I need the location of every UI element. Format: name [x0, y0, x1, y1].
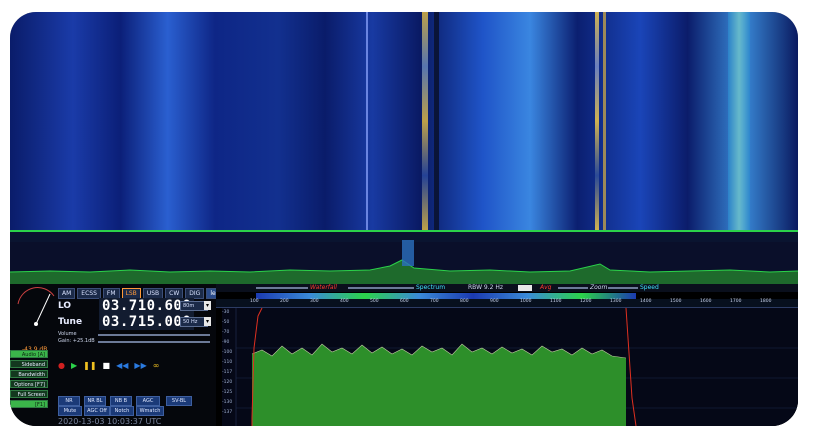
loop-icon[interactable]: ∞ [153, 362, 160, 370]
volume-slider[interactable] [98, 334, 210, 336]
scale-tick: 1000 [520, 299, 532, 304]
zoom-label: Zoom [590, 284, 608, 291]
pause-icon[interactable]: ❚❚ [83, 362, 96, 370]
zoom-slider[interactable] [608, 287, 638, 289]
waterfall-label: Waterfall [310, 284, 337, 291]
side-tab-sideband[interactable]: Sideband [S+] [10, 360, 48, 376]
waterfall-streak [595, 12, 599, 230]
wmatch-button[interactable]: Wmatch [136, 406, 164, 416]
s-meter [17, 287, 55, 326]
scale-tick: 1100 [550, 299, 562, 304]
scale-tick: 300 [310, 299, 319, 304]
agc-off-button[interactable]: AGC Off [84, 406, 110, 416]
scale-tick: 400 [340, 299, 349, 304]
scale-tick: 100 [250, 299, 259, 304]
scale-tick: 500 [370, 299, 379, 304]
rbw-label: RBW 9.2 Hz [468, 284, 504, 291]
gain-slider[interactable] [98, 341, 210, 343]
side-tab-bandwidth[interactable]: Bandwidth [W] [10, 370, 48, 386]
spectrum-slider[interactable] [348, 287, 414, 289]
bottom-panel: -43.9 dB AM ECSS FM LSB USB CW DIG less/… [10, 284, 798, 426]
gain-label: Gain: +25.1dB [58, 338, 95, 344]
nb-button[interactable]: NB B [110, 396, 132, 406]
mode-ecss-button[interactable]: ECSS [77, 288, 101, 299]
fast-forward-icon[interactable]: ▶▶ [134, 362, 146, 370]
audio-spectrum-plot[interactable]: -30 -50 -70 -90 -100 -110 -117 -120 -125… [222, 308, 798, 426]
waterfall-streak [434, 12, 439, 230]
side-tab-options[interactable]: Options [F7] [10, 380, 48, 388]
side-tab-fullscreen[interactable]: Full Screen [F11] [10, 390, 48, 406]
lo-label: LO [58, 301, 72, 311]
waterfall-streak [728, 12, 750, 230]
speed-label: Speed [640, 284, 659, 291]
audio-spectrum-panel: Waterfall Spectrum RBW 9.2 Hz Avg Zoom S… [216, 284, 798, 426]
stop-icon[interactable]: ■ [103, 362, 111, 370]
scale-tick: 1600 [700, 299, 712, 304]
scale-tick: 1700 [730, 299, 742, 304]
waterfall-streak [422, 12, 428, 230]
rewind-icon[interactable]: ◀◀ [116, 362, 128, 370]
scale-tick: 1300 [610, 299, 622, 304]
lo-band-dropdown-icon[interactable]: ▾ [204, 301, 211, 310]
spectrum-label: Spectrum [416, 284, 446, 291]
tuned-channel-marker[interactable] [402, 240, 414, 266]
scale-tick: 1800 [760, 299, 772, 304]
sv-bl-button[interactable]: SV-BL [166, 396, 192, 406]
waterfall-streak [366, 12, 368, 230]
scale-tick: 600 [400, 299, 409, 304]
rbw-dropdown[interactable] [518, 285, 532, 291]
play-icon[interactable]: ▶ [71, 362, 77, 370]
waterfall-streak [603, 12, 606, 230]
nr-bl-button[interactable]: NR BL [84, 396, 106, 406]
mode-am-button[interactable]: AM [58, 288, 76, 299]
utc-clock: 2020-13-03 10:03:37 UTC [58, 417, 162, 426]
avg-slider[interactable] [558, 287, 588, 289]
waterfall-slider[interactable] [256, 287, 308, 289]
scale-tick: 1200 [580, 299, 592, 304]
spectrum-header: Waterfall Spectrum RBW 9.2 Hz Avg Zoom S… [216, 284, 798, 292]
audio-spectrum-trace [235, 308, 798, 426]
record-icon[interactable]: ● [58, 362, 65, 370]
tune-step-dropdown-icon[interactable]: ▾ [204, 317, 211, 326]
transport-controls: ● ▶ ❚❚ ■ ◀◀ ▶▶ ∞ [58, 362, 159, 370]
scale-tick: 200 [280, 299, 289, 304]
scale-tick: 1400 [640, 299, 652, 304]
scale-tick: 900 [490, 299, 499, 304]
side-tab-audio[interactable]: Audio [A] [10, 350, 48, 358]
volume-label: Volume [58, 331, 77, 337]
notch-button[interactable]: Notch [110, 406, 134, 416]
scale-tick: 700 [430, 299, 439, 304]
sdr-window: -43.9 dB AM ECSS FM LSB USB CW DIG less/… [10, 12, 798, 426]
avg-label: Avg [540, 284, 552, 291]
side-tab-help[interactable]: [F1] [10, 400, 48, 408]
mute-button[interactable]: Mute [58, 406, 82, 416]
scale-tick: 800 [460, 299, 469, 304]
nr-button[interactable]: NR [58, 396, 80, 406]
control-panel: -43.9 dB AM ECSS FM LSB USB CW DIG less/… [10, 284, 237, 426]
scale-tick: 1500 [670, 299, 682, 304]
audio-frequency-scale: 100 200 300 400 500 600 700 800 900 1000… [216, 299, 798, 308]
tune-label: Tune [58, 317, 83, 327]
agc-button[interactable]: AGC [136, 396, 160, 406]
waterfall-display[interactable] [10, 12, 798, 230]
